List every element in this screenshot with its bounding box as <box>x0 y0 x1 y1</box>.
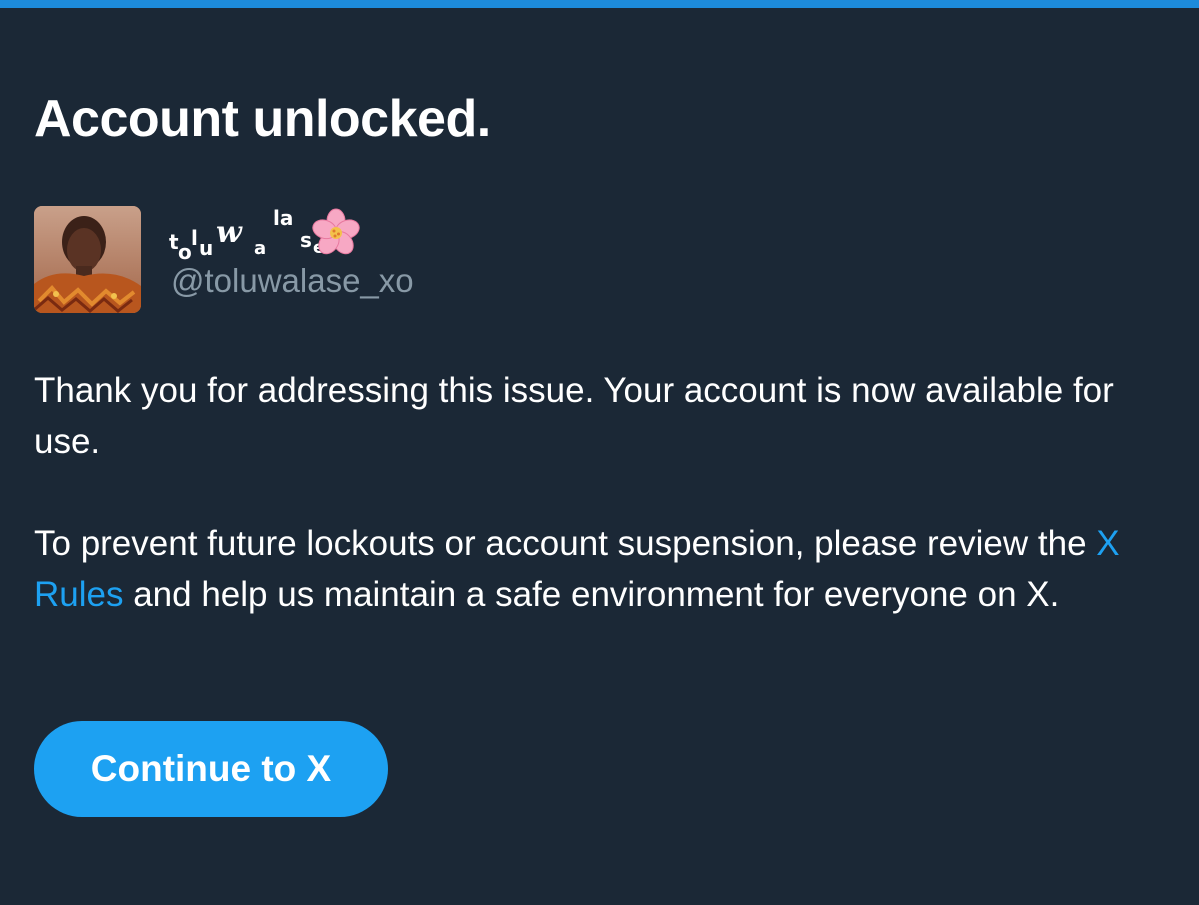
display-name-char: w <box>216 215 242 250</box>
continue-button[interactable]: Continue to X <box>34 721 388 817</box>
cherry-blossom-icon <box>311 208 361 263</box>
page-title: Account unlocked. <box>34 90 491 148</box>
user-handle: @toluwalase_xo <box>171 262 414 299</box>
avatar <box>34 206 141 313</box>
rules-message-text: To prevent future lockouts or account su… <box>34 524 1097 563</box>
rules-message: To prevent future lockouts or account su… <box>34 518 1184 620</box>
display-name-char: l <box>191 226 198 250</box>
display-name: t o l u w a la s e <box>169 208 569 266</box>
display-name-char: a <box>254 238 267 259</box>
display-name-char: u <box>199 236 214 260</box>
rules-message-text: and help us maintain a safe environment … <box>123 575 1060 614</box>
top-accent-bar <box>0 0 1199 8</box>
display-name-char: la <box>273 206 294 230</box>
confirmation-message: Thank you for addressing this issue. You… <box>34 371 1114 461</box>
